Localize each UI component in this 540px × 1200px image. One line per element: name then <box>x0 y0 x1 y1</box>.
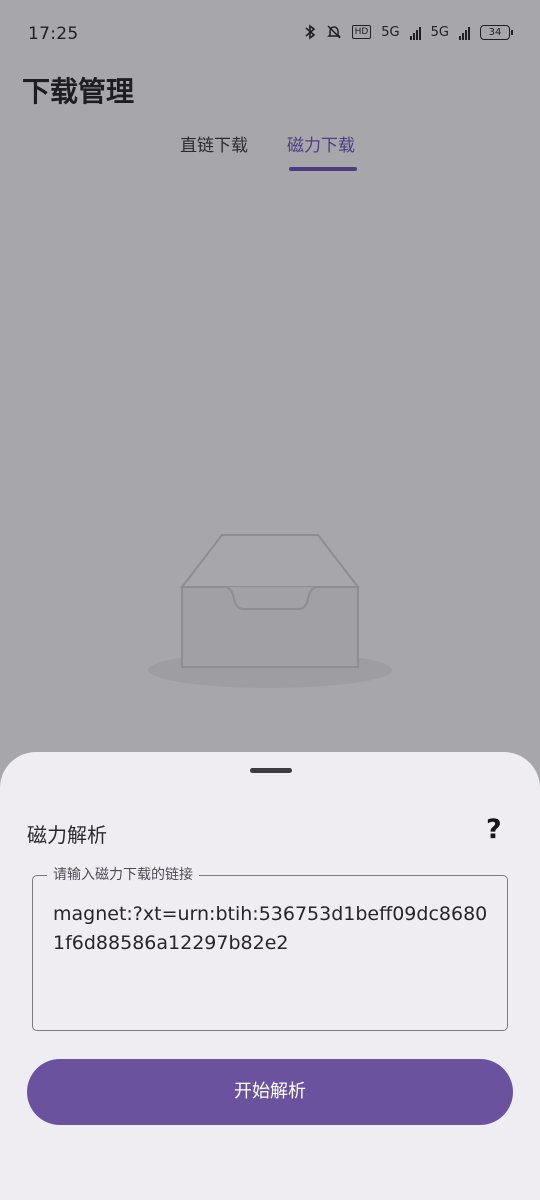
tab-bar: 直链下载 磁力下载 <box>0 131 540 175</box>
hd-badge: HD <box>351 25 372 39</box>
status-icons: HD 5G 5G 34 <box>304 24 513 40</box>
signal-icon <box>409 24 421 40</box>
tab-indicator <box>289 167 357 171</box>
page-title: 下载管理 <box>22 75 135 108</box>
start-parse-button[interactable]: 开始解析 <box>27 1059 513 1125</box>
status-time: 17:25 <box>28 24 79 44</box>
network-label-2: 5G <box>430 24 449 40</box>
sheet-title: 磁力解析 <box>27 823 107 847</box>
question-mark-icon[interactable]: ? <box>486 814 502 845</box>
status-bar: 17:25 HD 5G 5G 34 <box>0 0 540 68</box>
magnet-link-field[interactable]: 请输入磁力下载的链接 magnet:?xt=urn:btih:536753d1b… <box>32 864 508 1031</box>
tab-direct-download[interactable]: 直链下载 <box>180 131 248 156</box>
empty-inbox-icon <box>148 534 392 688</box>
bluetooth-icon <box>305 24 315 40</box>
magnet-parse-sheet: 磁力解析 ? 请输入磁力下载的链接 magnet:?xt=urn:btih:53… <box>0 752 540 1200</box>
bell-off-icon <box>326 25 341 39</box>
battery-icon: 34 <box>480 24 513 40</box>
drag-handle[interactable] <box>250 768 292 773</box>
tab-magnet-download[interactable]: 磁力下载 <box>287 131 355 156</box>
network-label-1: 5G <box>381 24 400 40</box>
signal-icon <box>459 24 470 40</box>
magnet-link-label: 请输入磁力下载的链接 <box>47 864 199 884</box>
magnet-link-input[interactable]: magnet:?xt=urn:btih:536753d1beff09dc8680… <box>53 900 491 958</box>
